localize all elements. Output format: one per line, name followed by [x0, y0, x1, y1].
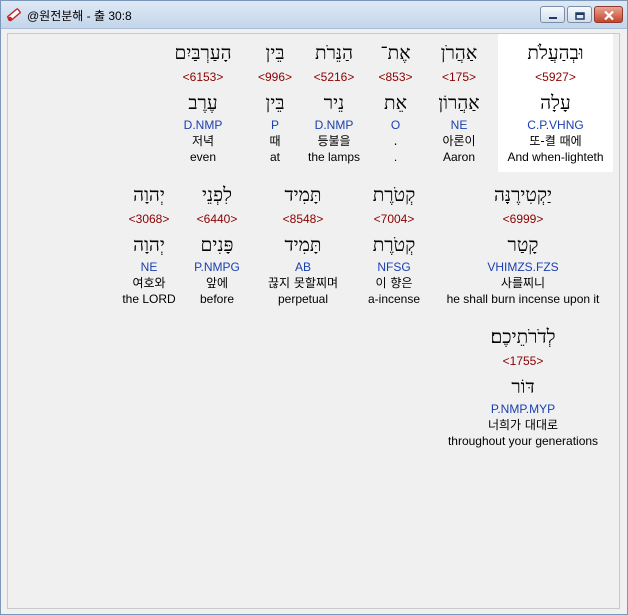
hebrew-word: הַנֵּרֹת: [314, 42, 354, 64]
minimize-icon: [548, 5, 558, 24]
word-block[interactable]: וּבְהַעֲלֹת <5927> עָלָה C.P.VHNG 또-켤 때에…: [498, 34, 613, 172]
english-gloss: And when-lighteth: [507, 150, 604, 164]
strong-number[interactable]: <6440>: [185, 212, 249, 226]
hebrew-word: לְדֹרֹתֵיכֶם׃: [490, 326, 556, 348]
strong-number[interactable]: <175>: [424, 70, 494, 84]
word-block[interactable]: הָעַרְבַּיִם <6153> עֶרֶב D.NMP 저녁 even: [158, 38, 248, 165]
strong-number[interactable]: <996>: [250, 70, 300, 84]
strong-number[interactable]: <6153>: [158, 70, 248, 84]
english-gloss: he shall burn incense upon it: [446, 292, 600, 306]
analysis-pane[interactable]: וּבְהַעֲלֹת <5927> עָלָה C.P.VHNG 또-켤 때에…: [7, 33, 620, 609]
strong-number[interactable]: <7004>: [358, 212, 430, 226]
english-gloss: Aaron: [442, 150, 476, 164]
hebrew-word: לִפְנֵי: [201, 184, 232, 206]
lexical-form: אַהֲרוֹן: [438, 92, 480, 114]
lexical-form: בֵּין: [265, 92, 285, 114]
app-window: @원전분해 - 출 30:8 וּבְהַעֲלֹת <5927> עָלָה …: [0, 0, 628, 615]
lexical-form: דּוֹר: [511, 376, 535, 398]
korean-gloss: 끊지 못할찌며: [267, 276, 339, 290]
english-gloss: the LORD: [122, 292, 176, 306]
korean-gloss: 너희가 대대로: [487, 418, 559, 432]
korean-gloss: 때: [269, 134, 281, 148]
strong-number[interactable]: <6999>: [433, 212, 613, 226]
word-block[interactable]: לִפְנֵי <6440> פָּנִים P.NMPG 앞에 before: [185, 180, 249, 307]
strong-number[interactable]: <5927>: [498, 70, 613, 84]
hebrew-word: יַקְטִירֶנָּה: [493, 184, 553, 206]
close-button[interactable]: [594, 6, 623, 23]
parse-code: D.NMP: [183, 118, 223, 132]
word-block[interactable]: אַהֲרֹן <175> אַהֲרוֹן NE 아론이 Aaron: [424, 38, 494, 165]
strong-number[interactable]: <5216>: [302, 70, 366, 84]
lexical-form: קָטַר: [507, 234, 539, 256]
english-gloss: perpetual: [277, 292, 329, 306]
english-gloss: before: [199, 292, 235, 306]
korean-gloss: 등불을: [317, 134, 351, 148]
korean-gloss: 또-켤 때에: [529, 134, 582, 148]
parse-code: O: [390, 118, 401, 132]
lexical-form: נֵיר: [323, 92, 345, 114]
lexical-form: פָּנִים: [200, 234, 234, 256]
word-block[interactable]: יַקְטִירֶנָּה <6999> קָטַר VHIMZS.FZS 사를…: [433, 180, 613, 307]
english-gloss: at: [269, 150, 280, 164]
word-block[interactable]: יְהוָה <3068> יְהוָה NE 여호와 the LORD: [116, 180, 182, 307]
word-block[interactable]: קְטֹרֶת <7004> קְטֹרֶת NFSG 이 향은 a-incen…: [358, 180, 430, 307]
title-bar[interactable]: @원전분해 - 출 30:8: [1, 1, 627, 29]
word-block[interactable]: אֶת־ <853> אֵת O . .: [368, 38, 423, 165]
strong-number[interactable]: <8548>: [251, 212, 355, 226]
hebrew-word: הָעַרְבַּיִם: [174, 42, 232, 64]
strong-number[interactable]: <1755>: [433, 354, 613, 368]
english-gloss: the lamps: [307, 150, 361, 164]
korean-gloss: 사를찌니: [500, 276, 546, 290]
lexical-form: קְטֹרֶת: [372, 234, 416, 256]
korean-gloss: 저녁: [191, 134, 215, 148]
hebrew-word: תָּמִיד: [284, 184, 322, 206]
english-gloss: a-incense: [367, 292, 421, 306]
window-title: @원전분해 - 출 30:8: [27, 9, 132, 23]
korean-gloss: 이 향은: [375, 276, 413, 290]
lexical-form: עָלָה: [540, 92, 571, 114]
lexical-form: תָּמִיד: [284, 234, 322, 256]
korean-gloss: 아론이: [442, 134, 476, 148]
parse-code: C.P.VHNG: [527, 118, 584, 132]
maximize-button[interactable]: [567, 6, 592, 23]
english-gloss: throughout your generations: [447, 434, 599, 448]
korean-gloss: .: [393, 134, 398, 148]
hebrew-word: וּבְהַעֲלֹת: [527, 42, 584, 64]
english-gloss: even: [189, 150, 217, 164]
hebrew-word: אַהֲרֹן: [440, 42, 478, 64]
word-block[interactable]: הַנֵּרֹת <5216> נֵיר D.NMP 등불을 the lamps: [302, 38, 366, 165]
close-icon: [603, 5, 614, 24]
korean-gloss: 여호와: [132, 276, 166, 290]
hebrew-word: בֵּין: [265, 42, 285, 64]
word-block[interactable]: לְדֹרֹתֵיכֶם׃ <1755> דּוֹר P.NMP.MYP 너희가…: [433, 322, 613, 449]
lexical-form: יְהוָה: [133, 234, 165, 256]
strong-number[interactable]: <3068>: [116, 212, 182, 226]
word-block[interactable]: בֵּין <996> בֵּין P 때 at: [250, 38, 300, 165]
lexical-form: אֵת: [384, 92, 407, 114]
parse-code: P.NMPG: [194, 260, 240, 274]
word-block[interactable]: תָּמִיד <8548> תָּמִיד AB 끊지 못할찌며 perpet…: [251, 180, 355, 307]
parse-code: NE: [140, 260, 158, 274]
lexical-form: עֶרֶב: [188, 92, 218, 114]
english-gloss: .: [393, 150, 398, 164]
parse-code: NE: [450, 118, 468, 132]
minimize-button[interactable]: [540, 6, 565, 23]
parse-code: AB: [294, 260, 311, 274]
hebrew-word: אֶת־: [380, 42, 411, 64]
parse-code: VHIMZS.FZS: [487, 260, 559, 274]
hebrew-word: קְטֹרֶת: [372, 184, 416, 206]
parse-code: P: [270, 118, 279, 132]
parse-code: NFSG: [377, 260, 411, 274]
parse-code: D.NMP: [314, 118, 354, 132]
app-icon: [6, 6, 23, 23]
maximize-icon: [574, 5, 585, 24]
parse-code: P.NMP.MYP: [490, 402, 556, 416]
strong-number[interactable]: <853>: [368, 70, 423, 84]
hebrew-word: יְהוָה: [133, 184, 165, 206]
korean-gloss: 앞에: [205, 276, 229, 290]
